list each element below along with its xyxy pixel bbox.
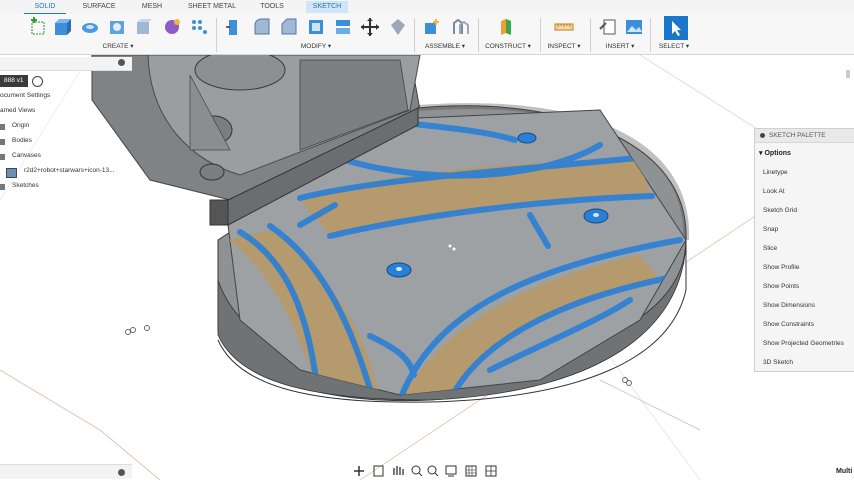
canvases-visibility-icon[interactable] <box>0 154 5 160</box>
tab-sketch[interactable]: SKETCH <box>306 1 348 13</box>
form-icon[interactable] <box>162 17 182 37</box>
palette-3d-sketch[interactable]: 3D Sketch <box>763 359 793 366</box>
palette-show-dimensions[interactable]: Show Dimensions <box>763 302 815 309</box>
modify-menu[interactable]: MODIFY ▾ <box>290 42 342 50</box>
joint-icon[interactable] <box>450 17 470 37</box>
selection-filter-label[interactable]: Multi <box>836 468 852 475</box>
new-component-icon[interactable] <box>422 17 442 37</box>
tab-mesh[interactable]: MESH <box>136 1 168 13</box>
chamfer-icon[interactable] <box>279 17 299 37</box>
select-icon[interactable] <box>664 16 688 40</box>
navigation-bar <box>350 463 510 479</box>
palette-snap[interactable]: Snap <box>763 226 778 233</box>
palette-linetype[interactable]: Linetype <box>763 169 788 176</box>
viewports-icon[interactable] <box>485 465 497 477</box>
look-at-icon[interactable] <box>373 465 384 477</box>
tab-tools[interactable]: TOOLS <box>253 1 291 13</box>
sketch-palette-header[interactable]: SKETCH PALETTE <box>755 129 854 143</box>
grid-settings-icon[interactable] <box>465 465 477 477</box>
select-menu[interactable]: SELECT ▾ <box>652 42 696 50</box>
sketches-visibility-icon[interactable] <box>0 184 5 190</box>
browser-root[interactable]: 888 v1 <box>0 75 28 87</box>
extrude-icon[interactable] <box>52 17 72 37</box>
sketch-palette-title: SKETCH PALETTE <box>769 132 826 139</box>
options-section[interactable]: ▾ Options <box>759 149 791 157</box>
tab-sheet-metal[interactable]: SHEET METAL <box>182 1 242 13</box>
palette-pin-icon[interactable] <box>760 133 765 138</box>
insert-canvas-icon[interactable] <box>624 17 644 37</box>
bodies-visibility-icon[interactable] <box>0 139 5 145</box>
inspect-menu[interactable]: INSPECT ▾ <box>542 42 586 50</box>
tab-surface[interactable]: SURFACE <box>76 1 122 13</box>
zoom-icon[interactable] <box>411 465 423 477</box>
browser-item-sketches[interactable]: Sketches <box>12 180 39 192</box>
browser-item-canvas-image[interactable]: r2d2+robot+starwars+icon-13... <box>24 165 115 177</box>
insert-menu[interactable]: INSERT ▾ <box>598 42 642 50</box>
pattern-icon[interactable] <box>189 17 209 37</box>
options-label: Options <box>764 150 791 157</box>
palette-slice[interactable]: Slice <box>763 245 777 252</box>
split-body-icon[interactable] <box>333 17 353 37</box>
canvas-image-icon <box>6 168 17 178</box>
palette-sketch-grid[interactable]: Sketch Grid <box>763 207 797 214</box>
fit-icon[interactable] <box>427 465 439 477</box>
press-pull-icon[interactable] <box>224 17 244 37</box>
shell-icon[interactable] <box>306 17 326 37</box>
browser-header <box>0 57 132 71</box>
comments-toggle-icon[interactable] <box>118 469 125 476</box>
physical-material-icon[interactable] <box>388 17 408 37</box>
sweep-icon[interactable] <box>107 17 127 37</box>
measure-icon[interactable] <box>554 17 574 37</box>
orbit-icon[interactable] <box>354 466 364 476</box>
browser-item-origin[interactable]: Origin <box>12 120 29 132</box>
collapse-browser-icon[interactable] <box>118 59 125 66</box>
browser-item-document-settings[interactable]: ocument Settings <box>0 90 50 102</box>
pan-icon[interactable] <box>393 466 404 475</box>
offset-plane-icon[interactable] <box>496 17 516 37</box>
insert-derive-icon[interactable] <box>598 17 618 37</box>
revolve-icon[interactable] <box>80 17 100 37</box>
construct-menu[interactable]: CONSTRUCT ▾ <box>480 42 536 50</box>
tab-solid[interactable]: SOLID <box>24 1 66 15</box>
model-view <box>0 49 854 481</box>
sketch-palette: SKETCH PALETTE ▾ Options Linetype Look A… <box>754 128 854 372</box>
fillet-icon[interactable] <box>252 17 272 37</box>
palette-show-profile[interactable]: Show Profile <box>763 264 800 271</box>
ribbon-tabs: SOLID SURFACE MESH SHEET METAL TOOLS SKE… <box>0 0 854 15</box>
3d-viewport[interactable] <box>0 49 854 481</box>
origin-visibility-icon[interactable] <box>0 124 5 130</box>
move-icon[interactable] <box>360 17 380 37</box>
assemble-menu[interactable]: ASSEMBLE ▾ <box>418 42 472 50</box>
create-sketch-icon[interactable] <box>28 17 48 37</box>
toolbar: CREATE ▾ MODIFY ▾ ASSEMBLE ▾ CONSTRUCT ▾… <box>0 14 854 55</box>
box-icon[interactable] <box>134 17 154 37</box>
display-settings-icon[interactable] <box>445 465 457 477</box>
browser-item-named-views[interactable]: amed Views <box>0 105 35 117</box>
browser-item-bodies[interactable]: Bodies <box>12 135 32 147</box>
browser-item-canvases[interactable]: Canvases <box>12 150 41 162</box>
comments-bar <box>0 464 132 479</box>
palette-look-at[interactable]: Look At <box>763 188 785 195</box>
palette-show-points[interactable]: Show Points <box>763 283 799 290</box>
create-menu[interactable]: CREATE ▾ <box>90 42 146 50</box>
palette-show-constraints[interactable]: Show Constraints <box>763 321 814 328</box>
palette-show-projected-geometries[interactable]: Show Projected Geometries <box>763 340 844 347</box>
activate-radio-icon[interactable] <box>32 76 43 87</box>
